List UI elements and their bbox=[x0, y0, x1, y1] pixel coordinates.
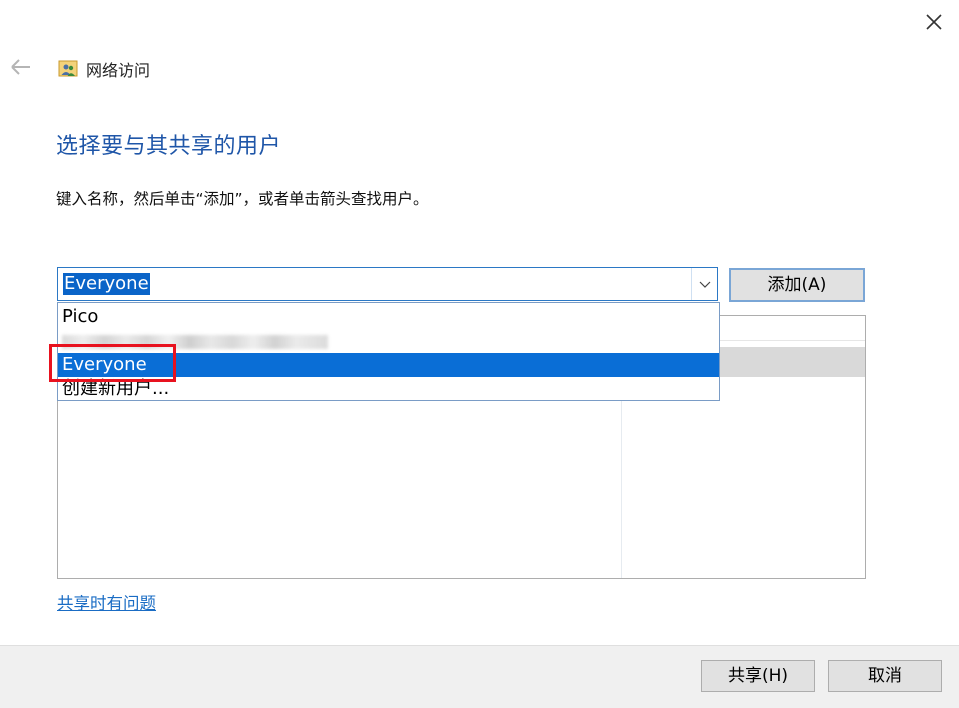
list-selected-row[interactable] bbox=[720, 347, 865, 377]
highlight-box bbox=[49, 344, 176, 382]
instruction-text: 键入名称，然后单击“添加”，或者单击箭头查找用户。 bbox=[56, 190, 429, 208]
window-title: 网络访问 bbox=[86, 61, 151, 80]
user-name-combobox[interactable]: Everyone bbox=[57, 267, 718, 301]
chevron-down-icon[interactable] bbox=[691, 268, 717, 300]
dropdown-item-pico[interactable]: Pico bbox=[58, 305, 719, 329]
close-icon[interactable] bbox=[918, 6, 950, 38]
add-button[interactable]: 添加(A) bbox=[729, 268, 865, 302]
back-arrow-icon[interactable] bbox=[8, 54, 36, 80]
share-button[interactable]: 共享(H) bbox=[701, 660, 815, 692]
footer-bar bbox=[0, 645, 959, 708]
combo-input-text[interactable]: Everyone bbox=[63, 273, 150, 295]
users-folder-icon bbox=[58, 58, 78, 78]
sharing-help-link[interactable]: 共享时有问题 bbox=[57, 590, 156, 614]
page-heading: 选择要与其共享的用户 bbox=[56, 134, 282, 159]
cancel-button[interactable]: 取消 bbox=[828, 660, 942, 692]
